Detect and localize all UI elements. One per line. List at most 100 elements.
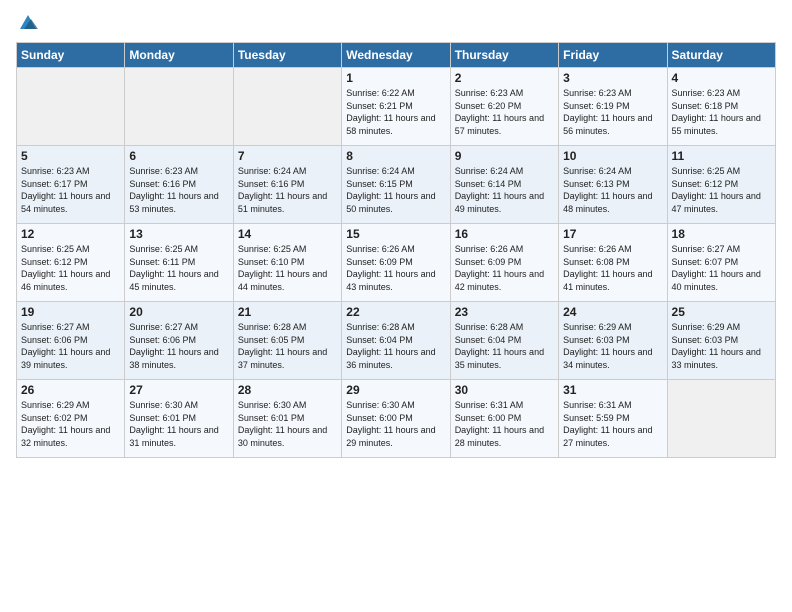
day-info: Sunrise: 6:25 AM Sunset: 6:11 PM Dayligh… [129,243,228,293]
logo [16,14,38,34]
calendar-cell: 27Sunrise: 6:30 AM Sunset: 6:01 PM Dayli… [125,380,233,458]
calendar-cell: 26Sunrise: 6:29 AM Sunset: 6:02 PM Dayli… [17,380,125,458]
calendar-cell: 23Sunrise: 6:28 AM Sunset: 6:04 PM Dayli… [450,302,558,380]
calendar-header-row: SundayMondayTuesdayWednesdayThursdayFrid… [17,43,776,68]
day-number: 14 [238,227,337,241]
calendar-cell: 8Sunrise: 6:24 AM Sunset: 6:15 PM Daylig… [342,146,450,224]
weekday-header: Wednesday [342,43,450,68]
day-info: Sunrise: 6:28 AM Sunset: 6:05 PM Dayligh… [238,321,337,371]
weekday-header: Tuesday [233,43,341,68]
calendar-cell: 13 Sunrise: 6:25 AM Sunset: 6:11 PM Dayli… [125,224,233,302]
day-info: Sunrise: 6:24 AM Sunset: 6:16 PM Dayligh… [238,165,337,215]
day-info: Sunrise: 6:25 AM Sunset: 6:10 PM Dayligh… [238,243,337,293]
calendar-cell: 1 Sunrise: 6:22 AM Sunset: 6:21 PM Daylig… [342,68,450,146]
calendar-cell: 17Sunrise: 6:26 AM Sunset: 6:08 PM Dayli… [559,224,667,302]
calendar-cell: 12Sunrise: 6:25 AM Sunset: 6:12 PM Dayli… [17,224,125,302]
day-number: 19 [21,305,120,319]
calendar-week-row: 1 Sunrise: 6:22 AM Sunset: 6:21 PM Daylig… [17,68,776,146]
calendar-cell: 31 Sunrise: 6:31 AM Sunset: 5:59 PM Dayli… [559,380,667,458]
day-number: 28 [238,383,337,397]
calendar-cell [125,68,233,146]
day-number: 5 [21,149,120,163]
calendar-week-row: 12Sunrise: 6:25 AM Sunset: 6:12 PM Dayli… [17,224,776,302]
header [16,10,776,34]
weekday-header: Thursday [450,43,558,68]
day-number: 9 [455,149,554,163]
day-number: 6 [129,149,228,163]
day-number: 1 [346,71,445,85]
calendar-cell: 11 Sunrise: 6:25 AM Sunset: 6:12 PM Dayli… [667,146,775,224]
calendar-week-row: 19 Sunrise: 6:27 AM Sunset: 6:06 PM Dayli… [17,302,776,380]
day-info: Sunrise: 6:22 AM Sunset: 6:21 PM Dayligh… [346,87,445,137]
calendar-cell: 14 Sunrise: 6:25 AM Sunset: 6:10 PM Dayli… [233,224,341,302]
day-info: Sunrise: 6:29 AM Sunset: 6:03 PM Dayligh… [672,321,771,371]
day-number: 2 [455,71,554,85]
day-number: 22 [346,305,445,319]
calendar-cell: 4Sunrise: 6:23 AM Sunset: 6:18 PM Daylig… [667,68,775,146]
day-number: 25 [672,305,771,319]
weekday-header: Saturday [667,43,775,68]
day-info: Sunrise: 6:23 AM Sunset: 6:17 PM Dayligh… [21,165,120,215]
calendar-cell: 28 Sunrise: 6:30 AM Sunset: 6:01 PM Dayli… [233,380,341,458]
day-number: 4 [672,71,771,85]
day-info: Sunrise: 6:30 AM Sunset: 6:00 PM Dayligh… [346,399,445,449]
day-info: Sunrise: 6:27 AM Sunset: 6:06 PM Dayligh… [21,321,120,371]
logo-text [16,14,38,38]
day-number: 20 [129,305,228,319]
day-info: Sunrise: 6:25 AM Sunset: 6:12 PM Dayligh… [672,165,771,215]
day-number: 7 [238,149,337,163]
calendar-cell [233,68,341,146]
day-info: Sunrise: 6:31 AM Sunset: 6:00 PM Dayligh… [455,399,554,449]
day-info: Sunrise: 6:27 AM Sunset: 6:06 PM Dayligh… [129,321,228,371]
day-number: 18 [672,227,771,241]
logo-icon [18,13,38,33]
calendar-cell: 25 Sunrise: 6:29 AM Sunset: 6:03 PM Dayli… [667,302,775,380]
day-info: Sunrise: 6:23 AM Sunset: 6:19 PM Dayligh… [563,87,662,137]
day-number: 11 [672,149,771,163]
weekday-header: Friday [559,43,667,68]
day-info: Sunrise: 6:26 AM Sunset: 6:09 PM Dayligh… [455,243,554,293]
day-number: 31 [563,383,662,397]
day-number: 16 [455,227,554,241]
calendar-body: 1 Sunrise: 6:22 AM Sunset: 6:21 PM Daylig… [17,68,776,458]
calendar-cell: 16 Sunrise: 6:26 AM Sunset: 6:09 PM Dayli… [450,224,558,302]
day-number: 15 [346,227,445,241]
day-number: 21 [238,305,337,319]
day-info: Sunrise: 6:26 AM Sunset: 6:08 PM Dayligh… [563,243,662,293]
day-number: 29 [346,383,445,397]
calendar-cell: 18 Sunrise: 6:27 AM Sunset: 6:07 PM Dayli… [667,224,775,302]
day-info: Sunrise: 6:27 AM Sunset: 6:07 PM Dayligh… [672,243,771,293]
calendar-cell: 20 Sunrise: 6:27 AM Sunset: 6:06 PM Dayli… [125,302,233,380]
weekday-header: Monday [125,43,233,68]
day-info: Sunrise: 6:24 AM Sunset: 6:14 PM Dayligh… [455,165,554,215]
day-number: 13 [129,227,228,241]
day-number: 10 [563,149,662,163]
day-info: Sunrise: 6:31 AM Sunset: 5:59 PM Dayligh… [563,399,662,449]
calendar-cell: 24Sunrise: 6:29 AM Sunset: 6:03 PM Dayli… [559,302,667,380]
day-number: 12 [21,227,120,241]
calendar-cell: 22 Sunrise: 6:28 AM Sunset: 6:04 PM Dayli… [342,302,450,380]
day-info: Sunrise: 6:28 AM Sunset: 6:04 PM Dayligh… [455,321,554,371]
calendar-cell [17,68,125,146]
calendar-week-row: 26Sunrise: 6:29 AM Sunset: 6:02 PM Dayli… [17,380,776,458]
calendar-cell: 5 Sunrise: 6:23 AM Sunset: 6:17 PM Daylig… [17,146,125,224]
calendar-cell: 9 Sunrise: 6:24 AM Sunset: 6:14 PM Daylig… [450,146,558,224]
page-container: SundayMondayTuesdayWednesdayThursdayFrid… [0,0,792,468]
calendar-cell: 2Sunrise: 6:23 AM Sunset: 6:20 PM Daylig… [450,68,558,146]
calendar-cell: 10Sunrise: 6:24 AM Sunset: 6:13 PM Dayli… [559,146,667,224]
calendar-cell: 7 Sunrise: 6:24 AM Sunset: 6:16 PM Daylig… [233,146,341,224]
day-info: Sunrise: 6:23 AM Sunset: 6:16 PM Dayligh… [129,165,228,215]
day-info: Sunrise: 6:29 AM Sunset: 6:03 PM Dayligh… [563,321,662,371]
calendar-cell: 21 Sunrise: 6:28 AM Sunset: 6:05 PM Dayli… [233,302,341,380]
calendar-cell: 30 Sunrise: 6:31 AM Sunset: 6:00 PM Dayli… [450,380,558,458]
day-info: Sunrise: 6:30 AM Sunset: 6:01 PM Dayligh… [129,399,228,449]
day-info: Sunrise: 6:28 AM Sunset: 6:04 PM Dayligh… [346,321,445,371]
calendar-cell: 15Sunrise: 6:26 AM Sunset: 6:09 PM Dayli… [342,224,450,302]
calendar-table: SundayMondayTuesdayWednesdayThursdayFrid… [16,42,776,458]
day-info: Sunrise: 6:30 AM Sunset: 6:01 PM Dayligh… [238,399,337,449]
calendar-week-row: 5 Sunrise: 6:23 AM Sunset: 6:17 PM Daylig… [17,146,776,224]
day-number: 8 [346,149,445,163]
calendar-cell [667,380,775,458]
day-number: 30 [455,383,554,397]
day-number: 3 [563,71,662,85]
